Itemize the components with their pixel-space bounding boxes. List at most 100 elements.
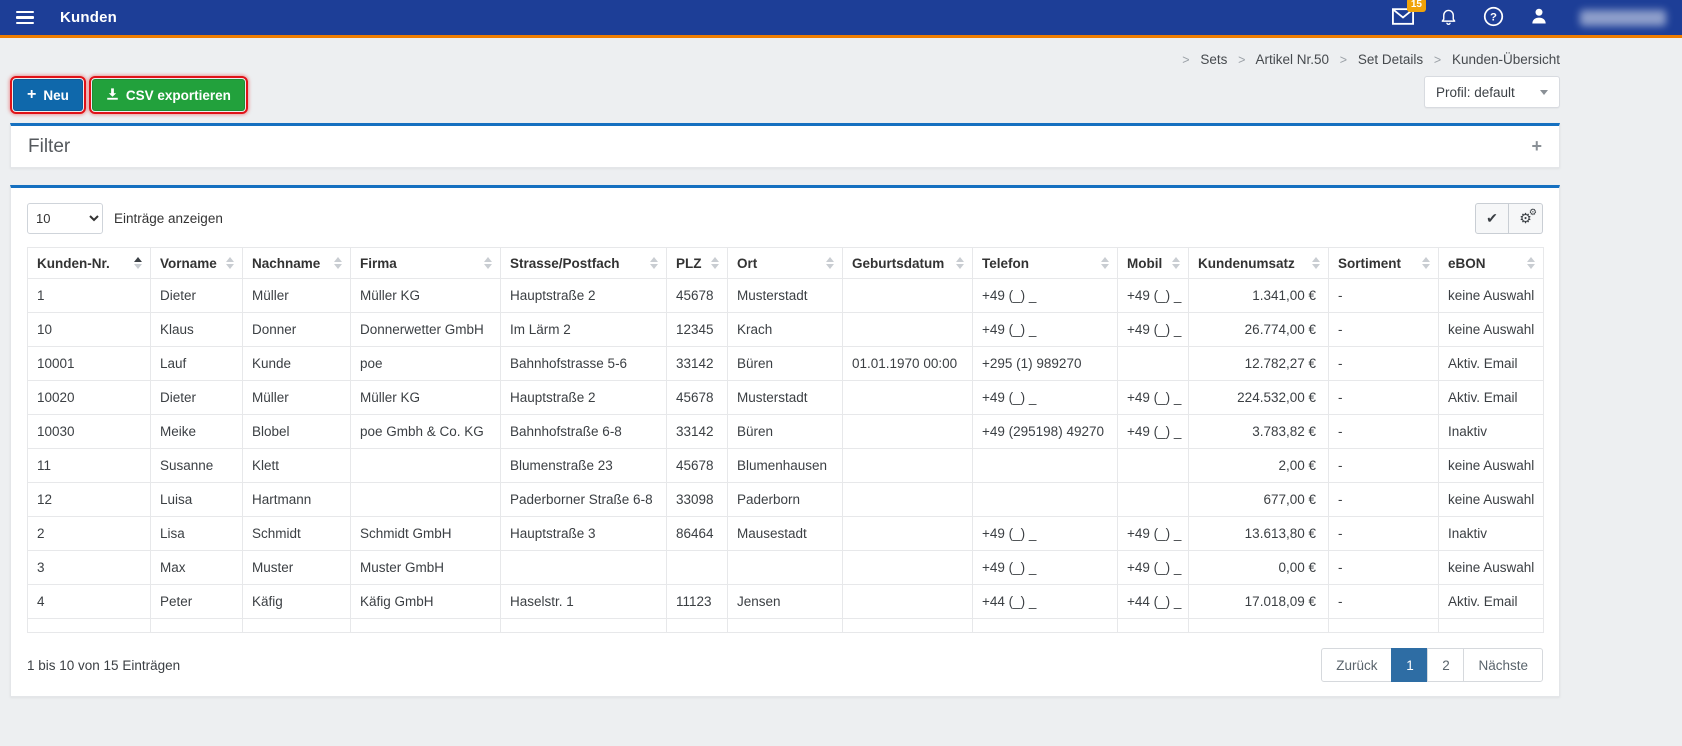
cell: Müller [242,380,351,415]
pagination-page-2[interactable]: 2 [1427,648,1465,682]
sort-arrows-icon [134,257,142,269]
cell: 45678 [666,448,728,483]
user-name-redacted[interactable] [1580,9,1666,26]
cell: - [1328,516,1439,551]
cell: Lauf [150,346,243,381]
new-customer-button[interactable]: + Neu [13,79,83,111]
cell: keine Auswahl [1438,550,1544,585]
menu-icon[interactable] [16,10,34,25]
cell [842,380,973,415]
cell: - [1328,550,1439,585]
csv-export-button[interactable]: CSV exportieren [91,79,245,111]
cell: 3 [27,550,151,585]
column-header-plz[interactable]: PLZ [666,247,728,279]
column-label: Ort [737,255,758,271]
navbar-actions: 15 ? [1392,0,1666,30]
cell [842,482,973,517]
table-tools: ✔ ⚙ ⚙ [1475,203,1543,234]
cell [1117,448,1189,483]
help-button[interactable]: ? [1483,6,1504,30]
column-header-nachname[interactable]: Nachname [242,247,351,279]
table-row: 12 Luisa Hartmann Paderborner Straße 6-8 330… [27,482,1544,517]
column-header-ebon[interactable]: eBON [1438,247,1544,279]
pagination-prev-button[interactable]: Zurück [1321,648,1393,682]
cell: 2 [27,516,151,551]
cell: - [1328,448,1439,483]
table-row: 10030 Meike Blobel poe Gmbh & Co. KG Bahnhof… [27,414,1544,449]
cell [842,278,973,313]
filter-expand-icon[interactable]: + [1531,136,1542,157]
cell: Max [150,550,243,585]
cell: keine Auswahl [1438,482,1544,517]
gear-small-icon: ⚙ [1528,207,1537,217]
sort-arrows-icon [1101,257,1109,269]
cell: 4 [27,584,151,619]
notifications-button[interactable] [1439,6,1458,29]
cell: +44 (_) _ [1117,584,1189,619]
cell: Lisa [150,516,243,551]
cell: Aktiv. Email [1438,584,1544,619]
profile-dropdown[interactable]: Profil: default [1424,76,1560,108]
column-header-mobil[interactable]: Mobil [1117,247,1189,279]
column-label: Kunden-Nr. [37,255,110,271]
pagination-page-1[interactable]: 1 [1391,648,1429,682]
entries-info: 1 bis 10 von 15 Einträgen [27,657,181,673]
cell: Bahnhofstraße 6-8 [500,414,667,449]
column-header-telefon[interactable]: Telefon [972,247,1118,279]
top-navbar: Kunden 15 ? [0,0,1682,38]
column-settings-button[interactable]: ⚙ ⚙ [1509,203,1543,234]
cell: Hartmann [242,482,351,517]
cell: Muster [242,550,351,585]
cell: 2,00 € [1188,448,1329,483]
breadcrumb-item-set-details[interactable]: Set Details [1358,52,1423,67]
column-header-sortiment[interactable]: Sortiment [1328,247,1439,279]
account-button[interactable] [1529,6,1549,29]
table-row: 3 Max Muster Muster GmbH +49 (_) _ +49 (_) _ 0… [27,550,1544,585]
cell: keine Auswahl [1438,448,1544,483]
cell: 45678 [666,278,728,313]
cell [972,482,1118,517]
sort-arrows-icon [826,257,834,269]
column-header-strasse-postfach[interactable]: Strasse/Postfach [500,247,667,279]
cell: Aktiv. Email [1438,380,1544,415]
cell: Klett [242,448,351,483]
column-header-vorname[interactable]: Vorname [150,247,243,279]
cell: 10030 [27,414,151,449]
page-size-select[interactable]: 10 [27,203,103,234]
cell: +49 (_) _ [972,550,1118,585]
cell: 12.782,27 € [1188,346,1329,381]
breadcrumb: > Sets > Artikel Nr.50 > Set Details > K… [10,52,1560,67]
cell [972,448,1118,483]
table-row: 10020 Dieter Müller Müller KG Hauptstraße 24… [27,380,1544,415]
column-label: Telefon [982,255,1029,271]
pagination-next-button[interactable]: Nächste [1463,648,1543,682]
cell: Susanne [150,448,243,483]
breadcrumb-item-artikel[interactable]: Artikel Nr.50 [1255,52,1329,67]
column-label: eBON [1448,255,1486,271]
cell: Dieter [150,380,243,415]
column-header-firma[interactable]: Firma [350,247,501,279]
breadcrumb-item-sets[interactable]: Sets [1200,52,1227,67]
column-header-kundenumsatz[interactable]: Kundenumsatz [1188,247,1329,279]
table-row: 11 Susanne Klett Blumenstraße 23 45678 Blumen… [27,448,1544,483]
cell: +295 (1) 989270 [972,346,1118,381]
messages-button[interactable]: 15 [1392,0,1426,28]
profile-dropdown-value: Profil: default [1436,84,1515,100]
cell: Kunde [242,346,351,381]
plus-icon: + [27,86,37,103]
sort-arrows-icon [1527,257,1535,269]
cell: - [1328,278,1439,313]
cell: +49 (_) _ [1117,550,1189,585]
column-header-ort[interactable]: Ort [727,247,843,279]
cell: Klaus [150,312,243,347]
cell: - [1328,380,1439,415]
cell: +49 (_) _ [972,278,1118,313]
filter-panel: Filter + [10,123,1560,168]
cell: 10020 [27,380,151,415]
cell: 11123 [666,584,728,619]
apply-selection-button[interactable]: ✔ [1475,203,1509,234]
cell: 10 [27,312,151,347]
column-header-geburtsdatum[interactable]: Geburtsdatum [842,247,973,279]
pagination: Zurück 1 2 Nächste [1321,648,1543,682]
column-header-kunden-nr-[interactable]: Kunden-Nr. [27,247,151,279]
